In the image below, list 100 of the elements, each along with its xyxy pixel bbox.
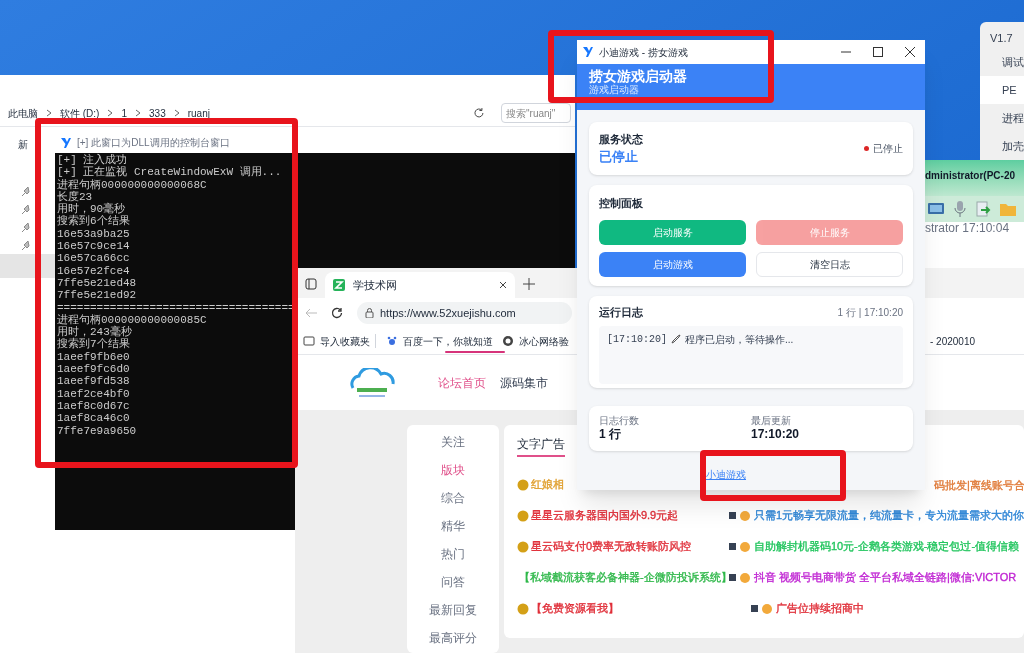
address-bar[interactable]: https://www.52xuejishu.com	[357, 302, 572, 324]
ad-link[interactable]: 星云码支付0费率无敌转账防风控	[530, 538, 691, 555]
window-title: 小迪游戏 - 捞女游戏	[599, 45, 689, 60]
emoji-icon	[516, 509, 529, 522]
emoji-icon	[738, 571, 751, 584]
emoji-icon	[760, 602, 773, 615]
lock-icon	[365, 308, 374, 318]
window-title: dministrator(PC-20	[925, 169, 1015, 183]
emoji-icon	[516, 602, 529, 615]
bullet-icon	[728, 512, 736, 519]
stat-value: 17:10:20	[751, 427, 800, 442]
chevron-icon	[173, 109, 180, 117]
sidebar-item[interactable]: 版块	[440, 461, 465, 479]
section-title: 控制面板	[599, 196, 643, 211]
footer-link[interactable]: 小迪游戏	[706, 467, 746, 482]
ad-link[interactable]: 星星云服务器国内国外9.9元起	[530, 507, 679, 524]
stat-label: 日志行数	[599, 415, 639, 427]
close-icon[interactable]	[905, 47, 915, 57]
menu-item[interactable]: 进程	[980, 104, 1024, 132]
chevron-icon	[107, 109, 114, 117]
ad-link[interactable]: 【免费资源看我】	[530, 600, 619, 617]
emoji-icon	[516, 478, 529, 491]
breadcrumb-item[interactable]: 1	[117, 105, 131, 121]
close-icon[interactable]	[499, 281, 507, 289]
bullet-icon	[750, 605, 758, 612]
bookmark-link[interactable]: 冰心网络验	[502, 333, 572, 349]
console-line: 进程句柄000000000000085C	[57, 313, 207, 326]
emoji-icon	[516, 540, 529, 553]
toolbar-label: 新	[18, 138, 28, 152]
console-line: 1aef8ca46c0	[57, 412, 130, 425]
console-line: 长度23	[57, 190, 93, 203]
breadcrumb-item[interactable]: 软件 (D:)	[56, 105, 104, 121]
sidebar-item[interactable]: 关注	[440, 433, 465, 451]
ad-tab[interactable]: 文字广告	[516, 435, 565, 457]
console-line: 进程句柄000000000000068C	[57, 178, 207, 191]
app-logo-icon	[583, 46, 593, 58]
tab-title: 学技术网	[353, 277, 398, 293]
browser-tab[interactable]: 学技术网	[325, 272, 515, 298]
console-line: 16e57c9ce14	[57, 240, 130, 253]
status-text: strator 17:10:04	[925, 222, 1010, 232]
sidebar-item[interactable]: 问答	[440, 573, 465, 591]
bullet-icon	[728, 543, 736, 550]
console-line: 16e57ca66cc	[57, 252, 130, 265]
maximize-icon[interactable]	[873, 47, 883, 57]
sidebar-item[interactable]: 热门	[440, 545, 465, 563]
sidebar-item[interactable]: 最高评分	[428, 629, 477, 647]
ad-link[interactable]: 广告位持续招商中	[775, 600, 864, 617]
bookmark-link[interactable]: - 2020010	[930, 333, 976, 349]
search-field[interactable]: 搜索"ruanj"	[501, 103, 571, 123]
breadcrumb-item[interactable]: ruanj	[183, 105, 214, 121]
menu-item[interactable]: 加壳	[980, 132, 1024, 160]
app-subtitle: 游戏启动器	[589, 84, 639, 95]
ad-link[interactable]: 码批发|离线账号合	[933, 477, 1024, 494]
console-line: 7ffe7e9a9650	[57, 424, 137, 437]
console-line: 7ffe5e21ed92	[57, 289, 137, 302]
breadcrumb-item[interactable]: 此电脑	[4, 105, 42, 121]
ad-link[interactable]: 只需1元畅享无限流量，纯流量卡，专为流量需求大的你	[753, 507, 1024, 524]
folder-icon	[303, 335, 315, 347]
ad-link[interactable]: 抖音 视频号电商带货 全平台私域全链路|微信:VICTOR	[753, 569, 1017, 586]
sidebar-item[interactable]: 综合	[440, 489, 465, 507]
action-button[interactable]: 清空日志	[756, 251, 903, 277]
refresh-icon[interactable]	[473, 107, 485, 119]
chevron-icon	[135, 109, 141, 117]
log-message: 程序已启动，等待操作...	[685, 332, 794, 347]
ad-link[interactable]: 【私域截流获客必备神器-企微防投诉系统】	[518, 569, 732, 586]
bookmark-link[interactable]: 百度一下，你就知道	[386, 333, 502, 349]
sidebar-toggle-icon[interactable]	[305, 278, 317, 290]
status-badge-text: 已停止	[873, 142, 903, 156]
app-heading: 捞女游戏启动器	[589, 68, 687, 84]
nav-link[interactable]: 源码集市	[500, 373, 548, 392]
app-logo-icon	[61, 136, 71, 149]
monitor-icon[interactable]	[927, 201, 945, 217]
sidebar-item[interactable]: 最新回复	[428, 601, 477, 619]
new-tab-icon[interactable]	[523, 278, 535, 290]
menu-item[interactable]: 调试	[980, 48, 1024, 76]
console-line: 1aeef9fc6d0	[57, 363, 130, 376]
pin-icon	[22, 222, 30, 232]
console-line: 1aeef9fb6e0	[57, 350, 130, 364]
console-line: 1aeef9fd538	[57, 375, 130, 388]
reload-icon[interactable]	[331, 307, 343, 319]
bookmark-link[interactable]: 导入收藏夹	[303, 333, 375, 349]
site-logo-icon	[333, 279, 345, 291]
sidebar-item[interactable]: 精华	[440, 517, 465, 535]
action-button[interactable]: 启动游戏	[599, 251, 746, 277]
console-line: 搜索到7个结果	[57, 338, 130, 351]
paw-icon	[386, 335, 398, 347]
url-text: https://www.52xuejishu.com	[380, 305, 516, 321]
menu-item[interactable]: PE	[980, 76, 1024, 104]
nav-link[interactable]: 论坛首页	[438, 373, 486, 392]
console-line: [+] 注入成功	[57, 154, 128, 166]
chevron-icon	[46, 109, 52, 117]
breadcrumb-item[interactable]: 333	[145, 105, 170, 121]
console-line: ====================================	[57, 301, 295, 314]
window-title: [+] 此窗口为DLL调用的控制台窗口	[77, 136, 230, 150]
stat-value: 1 行	[599, 427, 621, 442]
bullet-icon	[728, 574, 736, 581]
log-summary: 1 行 | 17:10:20	[837, 305, 903, 320]
ring-icon	[502, 335, 514, 347]
console-line: 16e57e2fce4	[57, 264, 130, 277]
microphone-icon[interactable]	[953, 200, 967, 218]
